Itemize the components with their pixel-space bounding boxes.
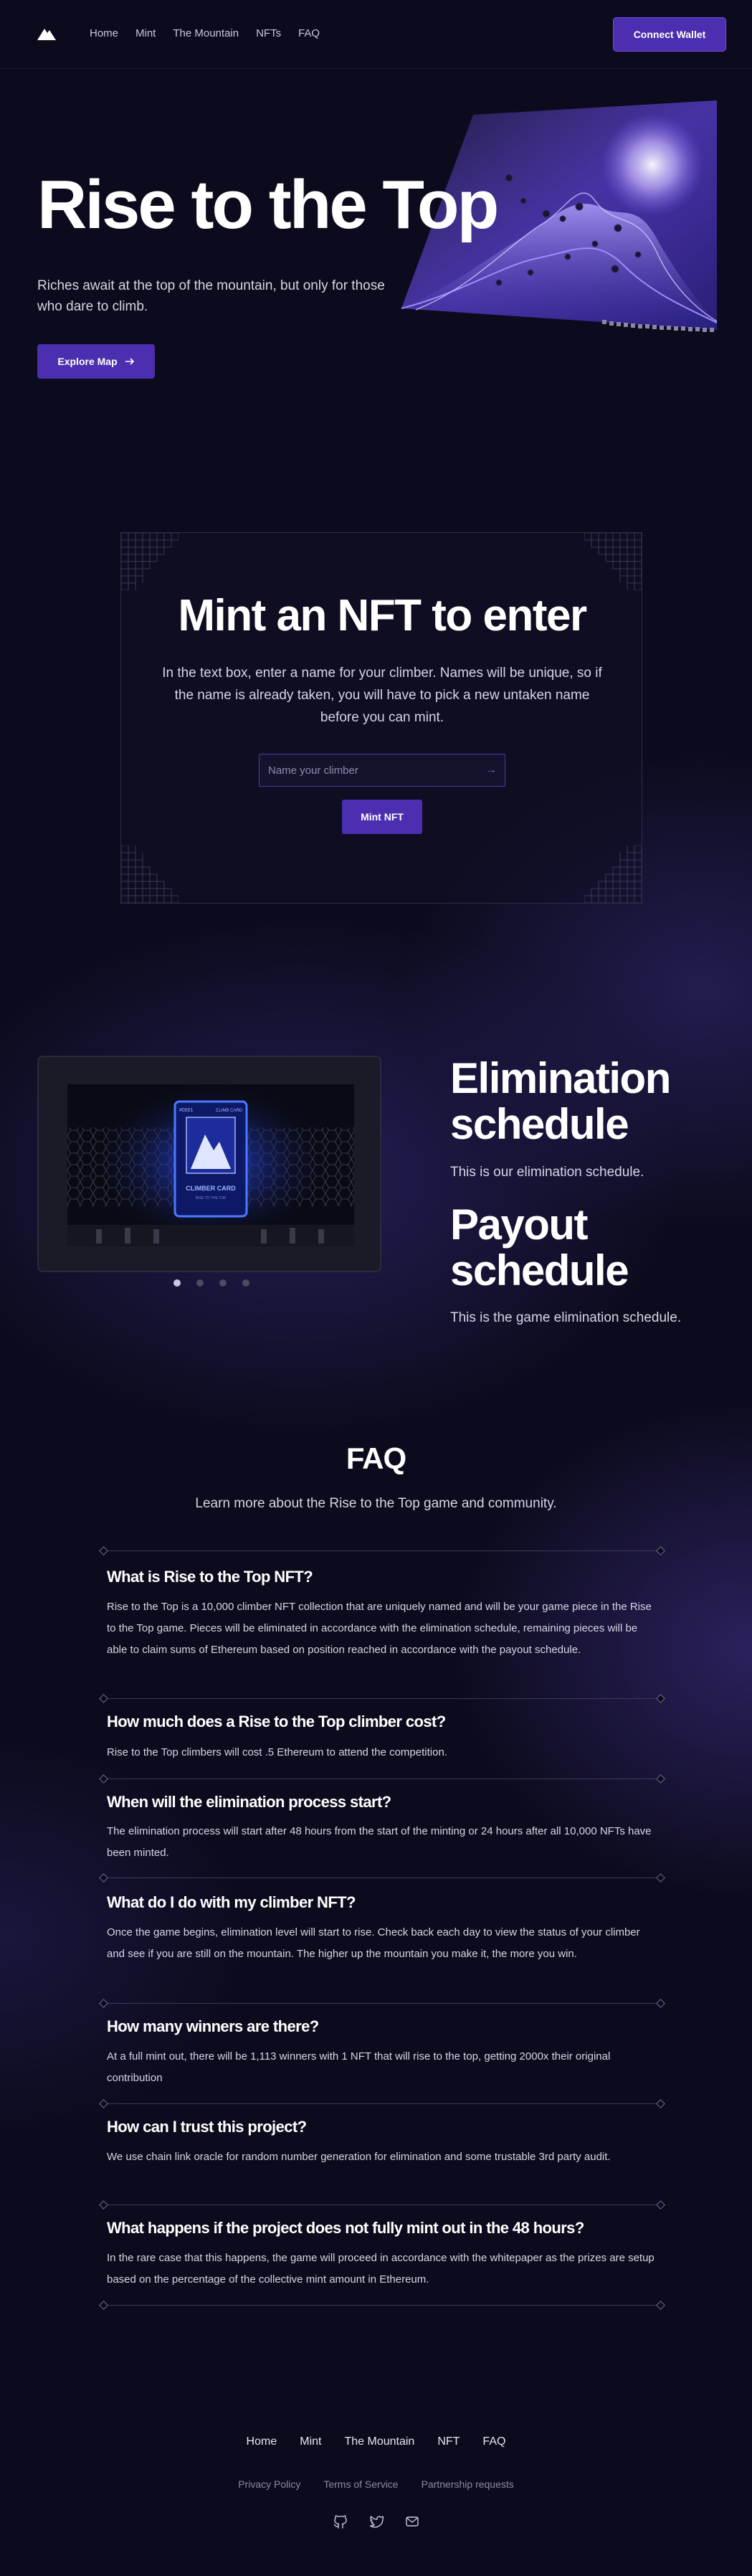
faq-question[interactable]: What happens if the project does not ful… [107,2219,584,2238]
faq-subtitle: Learn more about the Rise to the Top gam… [195,1496,557,1511]
faq-answer: We use chain link oracle for random numb… [107,2151,611,2163]
footer-link-mint[interactable]: Mint [300,2435,321,2448]
card-tag-label: CLIMB CARD [216,1109,243,1113]
mint-description: In the text box, enter a name for your c… [162,666,602,725]
social-links [0,2514,752,2529]
faq-answer: The elimination process will start after… [107,1825,652,1859]
elimination-schedule-title: Elimination schedule [450,1054,671,1148]
corner-grid-decoration [584,846,642,903]
hero-subtitle: Riches await at the top of the mountain,… [37,278,385,314]
carousel-dot-1[interactable] [173,1279,181,1287]
faq-question[interactable]: What do I do with my climber NFT? [107,1893,356,1912]
faq-divider [103,2305,661,2306]
faq-answer: Once the game begins, elimination level … [107,1926,640,1960]
nav-link-mint[interactable]: Mint [135,27,156,39]
climber-name-input[interactable] [259,754,505,787]
faq-divider [103,1550,661,1551]
elimination-schedule-description: This is our elimination schedule. [450,1165,644,1180]
faq-answer: At a full mint out, there will be 1,113 … [107,2050,611,2084]
carousel-dots [173,1279,249,1287]
terms-of-service-link[interactable]: Terms of Service [323,2478,398,2490]
mountain-logo-icon[interactable] [37,26,56,40]
faq-answer: Rise to the Top is a 10,000 climber NFT … [107,1601,652,1656]
faq-question[interactable]: When will the elimination process start? [107,1793,391,1812]
nav-link-the-mountain[interactable]: The Mountain [173,27,239,39]
nav-links: Home Mint The Mountain NFTs FAQ [90,27,320,39]
card-name-label: CLIMBER CARD [186,1185,236,1192]
explore-map-button[interactable]: Explore Map [37,344,155,379]
arrow-right-icon [125,358,134,365]
arrow-right-icon: → [485,764,497,776]
schedule-carousel[interactable]: #0001 CLIMB CARD CLIMBER CARD RISE TO TH… [37,1056,381,1272]
legal-links: Privacy Policy Terms of Service Partners… [0,2478,752,2490]
climber-card-image: #0001 CLIMB CARD CLIMBER CARD RISE TO TH… [67,1084,354,1246]
faq-question[interactable]: How can I trust this project? [107,2118,307,2136]
faq-divider [103,1877,661,1878]
faq-answer: In the rare case that this happens, the … [107,2252,655,2286]
carousel-dot-4[interactable] [242,1279,249,1287]
footer-link-faq[interactable]: FAQ [482,2435,505,2448]
corner-grid-decoration [121,846,179,903]
explore-map-label: Explore Map [57,356,118,367]
github-icon[interactable] [333,2514,348,2529]
faq-question[interactable]: How many winners are there? [107,2017,319,2036]
footer-link-the-mountain[interactable]: The Mountain [344,2435,414,2448]
payout-schedule-description: This is the game elimination schedule. [450,1310,682,1325]
faq-title: FAQ [346,1441,406,1475]
faq-question[interactable]: How much does a Rise to the Top climber … [107,1713,446,1731]
hero-title: Rise to the Top [37,166,499,243]
faq-question[interactable]: What is Rise to the Top NFT? [107,1568,313,1586]
payout-schedule-title: Payout schedule [450,1201,629,1294]
mail-icon[interactable] [405,2514,419,2529]
mint-section: Mint an NFT to enter In the text box, en… [120,532,642,904]
card-id-label: #0001 [179,1108,194,1113]
mint-title: Mint an NFT to enter [178,591,587,640]
partnership-requests-link[interactable]: Partnership requests [422,2478,514,2490]
nav-link-home[interactable]: Home [90,27,118,39]
faq-answer: Rise to the Top climbers will cost .5 Et… [107,1746,447,1758]
corner-grid-decoration [584,533,642,590]
faq-divider [103,1698,661,1699]
footer-link-nft[interactable]: NFT [437,2435,460,2448]
nav-link-nfts[interactable]: NFTs [256,27,281,39]
top-nav: Home Mint The Mountain NFTs FAQ Connect … [0,0,752,69]
carousel-dot-3[interactable] [219,1279,227,1287]
mint-nft-button[interactable]: Mint NFT [342,800,422,834]
faq-divider [103,2003,661,2004]
footer-link-home[interactable]: Home [247,2435,277,2448]
corner-grid-decoration [121,533,179,590]
carousel-dot-2[interactable] [196,1279,204,1287]
faq-divider [103,2103,661,2104]
footer-links: Home Mint The Mountain NFT FAQ [0,2435,752,2448]
nav-link-faq[interactable]: FAQ [298,27,320,39]
privacy-policy-link[interactable]: Privacy Policy [238,2478,300,2490]
connect-wallet-button[interactable]: Connect Wallet [613,17,726,52]
twitter-icon[interactable] [369,2514,384,2529]
card-sub-label: RISE TO THE TOP [196,1196,227,1201]
